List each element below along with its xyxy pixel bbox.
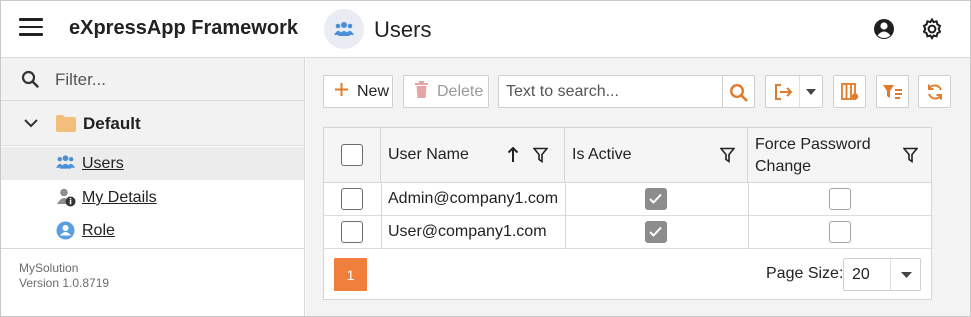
search-box	[498, 75, 755, 108]
sidebar-item-label: My Details	[82, 189, 157, 206]
caret-down-icon[interactable]	[890, 259, 921, 290]
is-active-checkbox	[645, 188, 667, 210]
refresh-icon[interactable]	[918, 75, 951, 108]
page-size-select[interactable]: 20	[843, 258, 921, 291]
column-filter-icon[interactable]	[532, 147, 549, 168]
view-title: Users	[374, 17, 432, 42]
users-grid: User Name Is Active Force Password Chang…	[323, 127, 932, 300]
sidebar-item-label: Role	[82, 222, 115, 239]
app-title: eXpressApp Framework	[69, 17, 298, 39]
sidebar-item-users[interactable]: Users	[1, 147, 304, 180]
gear-icon[interactable]	[920, 17, 944, 41]
export-icon[interactable]	[766, 76, 800, 107]
delete-button[interactable]: Delete	[403, 75, 489, 108]
filter-builder-icon[interactable]	[876, 75, 909, 108]
column-header-label: Force Password Change	[755, 136, 871, 175]
trash-icon	[414, 80, 429, 103]
page-size-value: 20	[852, 266, 870, 283]
page-size-label: Page Size:	[766, 265, 844, 282]
sidebar-item-role[interactable]: Role	[1, 214, 304, 247]
users-icon	[56, 154, 75, 175]
folder-icon	[56, 115, 76, 137]
user-info-icon	[56, 188, 76, 212]
sidebar: Default Users My Details Role MySo	[1, 57, 305, 316]
force-password-change-checkbox	[829, 221, 851, 243]
new-button-label: New	[357, 82, 390, 100]
row-select-checkbox[interactable]	[341, 188, 363, 210]
sidebar-footer: MySolution Version 1.0.8719	[1, 248, 304, 316]
select-all-checkbox[interactable]	[341, 144, 363, 166]
filter-input[interactable]	[53, 68, 293, 92]
main-content: New Delete User Name	[306, 57, 970, 316]
filter-bar	[1, 57, 304, 101]
new-button[interactable]: New	[323, 75, 393, 108]
is-active-checkbox	[645, 221, 667, 243]
search-input[interactable]	[499, 76, 723, 107]
column-chooser-icon[interactable]	[833, 75, 866, 108]
table-row[interactable]: User@company1.com	[324, 216, 931, 249]
column-filter-icon[interactable]	[902, 147, 919, 168]
search-icon[interactable]	[725, 80, 751, 104]
version-text: Version 1.0.8719	[19, 276, 110, 290]
row-select-checkbox[interactable]	[341, 221, 363, 243]
column-header-force-password-change[interactable]: Force Password Change	[748, 128, 931, 182]
column-header-user-name[interactable]: User Name	[381, 128, 565, 182]
delete-button-label: Delete	[437, 82, 484, 100]
grid-header: User Name Is Active Force Password Chang…	[324, 128, 931, 183]
search-icon	[21, 70, 39, 93]
sidebar-item-label: Users	[82, 155, 124, 172]
select-all-column	[324, 128, 381, 182]
column-filter-icon[interactable]	[719, 147, 736, 168]
users-view-icon	[324, 9, 364, 49]
chevron-down-icon[interactable]	[23, 116, 39, 134]
app-header: eXpressApp Framework Users	[1, 1, 970, 57]
column-header-label: Is Active	[572, 146, 632, 163]
force-password-change-checkbox	[829, 188, 851, 210]
caret-down-icon[interactable]	[800, 76, 822, 107]
pager-page-button[interactable]: 1	[334, 258, 367, 291]
column-header-label: User Name	[388, 146, 469, 163]
plus-icon	[334, 82, 349, 102]
sidebar-item-my-details[interactable]: My Details	[1, 181, 304, 214]
nav-group-label: Default	[83, 114, 141, 133]
table-row[interactable]: Admin@company1.com	[324, 183, 931, 216]
hamburger-menu-icon[interactable]	[19, 18, 43, 38]
export-split-button	[765, 75, 823, 108]
user-name-cell: Admin@company1.com	[388, 190, 559, 207]
user-name-cell: User@company1.com	[388, 223, 547, 240]
column-header-is-active[interactable]: Is Active	[565, 128, 748, 182]
nav-group-default[interactable]: Default	[1, 101, 304, 146]
sort-ascending-icon[interactable]	[507, 146, 519, 168]
account-icon[interactable]	[872, 17, 896, 41]
role-icon	[56, 221, 75, 245]
solution-name: MySolution	[19, 261, 79, 275]
